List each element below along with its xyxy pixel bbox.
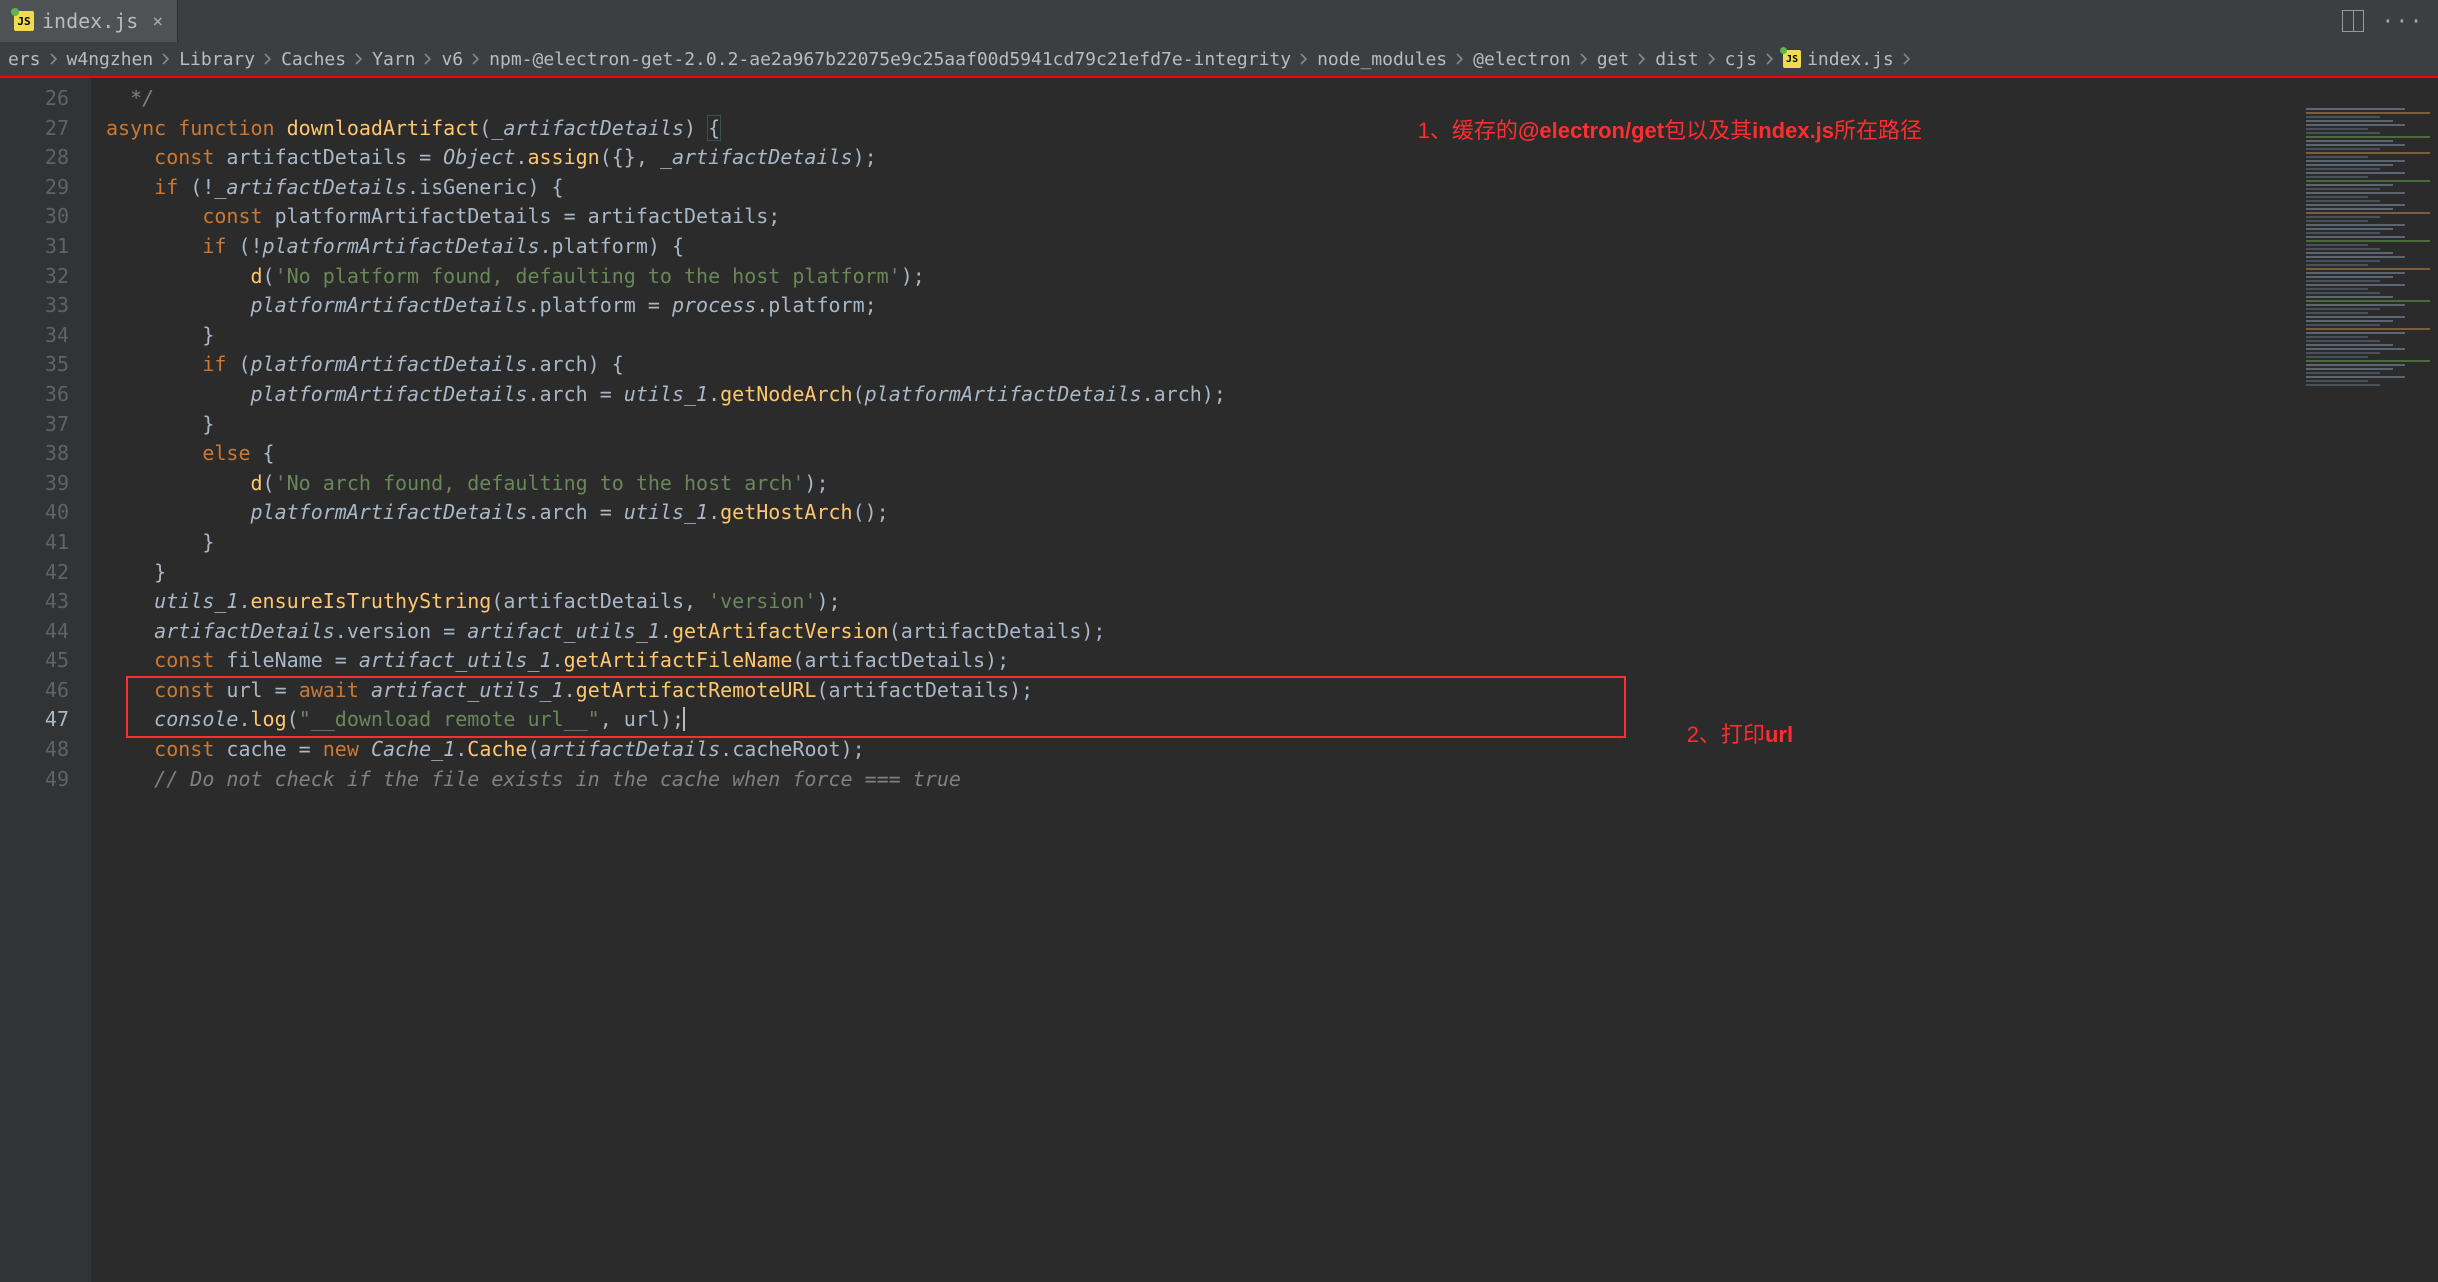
line-number: 39 xyxy=(0,469,91,499)
minimap[interactable] xyxy=(2298,78,2438,1282)
js-file-icon: JS xyxy=(14,11,34,31)
line-number: 48 xyxy=(0,735,91,765)
js-file-icon: JS xyxy=(1783,50,1801,68)
code-line: } xyxy=(106,558,2298,588)
code-line: async function downloadArtifact(_artifac… xyxy=(106,114,2298,144)
breadcrumb-item[interactable]: ers xyxy=(8,49,41,70)
breadcrumb-item[interactable]: Library xyxy=(179,49,255,70)
code-line: else { xyxy=(106,439,2298,469)
line-number: 47 xyxy=(0,705,91,735)
code-line: */ xyxy=(106,84,2298,114)
breadcrumb-item[interactable]: get xyxy=(1597,49,1630,70)
code-line: platformArtifactDetails.arch = utils_1.g… xyxy=(106,498,2298,528)
editor: 2627282930313233343536373839404142434445… xyxy=(0,78,2438,1282)
split-editor-icon[interactable] xyxy=(2342,10,2364,32)
more-icon[interactable]: ··· xyxy=(2382,9,2424,33)
breadcrumb-item[interactable]: Caches xyxy=(281,49,346,70)
code-line: artifactDetails.version = artifact_utils… xyxy=(106,617,2298,647)
breadcrumb-item[interactable]: JSindex.js xyxy=(1783,49,1894,70)
line-number: 42 xyxy=(0,558,91,588)
file-tab[interactable]: JS index.js × xyxy=(0,0,178,42)
code-line: // Do not check if the file exists in th… xyxy=(106,765,2298,795)
line-number: 40 xyxy=(0,498,91,528)
breadcrumb-item[interactable]: Yarn xyxy=(372,49,415,70)
tab-filename: index.js xyxy=(42,9,138,33)
minimap-content xyxy=(2306,108,2430,388)
line-number: 34 xyxy=(0,321,91,351)
code-line: d('No platform found, defaulting to the … xyxy=(106,262,2298,292)
line-number: 32 xyxy=(0,262,91,292)
tab-actions: ··· xyxy=(2342,0,2438,42)
code-line: const cache = new Cache_1.Cache(artifact… xyxy=(106,735,2298,765)
code-line: platformArtifactDetails.platform = proce… xyxy=(106,291,2298,321)
line-number: 46 xyxy=(0,676,91,706)
line-number: 38 xyxy=(0,439,91,469)
code-line: const artifactDetails = Object.assign({}… xyxy=(106,143,2298,173)
code-line: d('No arch found, defaulting to the host… xyxy=(106,469,2298,499)
line-number: 26 xyxy=(0,84,91,114)
line-number: 36 xyxy=(0,380,91,410)
line-number: 43 xyxy=(0,587,91,617)
line-number-gutter: 2627282930313233343536373839404142434445… xyxy=(0,78,92,1282)
breadcrumb-item[interactable]: @electron xyxy=(1473,49,1571,70)
code-area[interactable]: */async function downloadArtifact(_artif… xyxy=(92,78,2298,1282)
line-number: 31 xyxy=(0,232,91,262)
breadcrumb: ers w4ngzhen Library Caches Yarn v6 npm-@elect… xyxy=(0,42,2438,78)
close-icon[interactable]: × xyxy=(152,11,163,32)
code-line: console.log("__download remote url__", u… xyxy=(106,705,2298,735)
tab-bar: JS index.js × ··· xyxy=(0,0,2438,42)
breadcrumb-item[interactable]: v6 xyxy=(441,49,463,70)
breadcrumb-item[interactable]: w4ngzhen xyxy=(67,49,154,70)
line-number: 44 xyxy=(0,617,91,647)
code-line: platformArtifactDetails.arch = utils_1.g… xyxy=(106,380,2298,410)
code-line: const fileName = artifact_utils_1.getArt… xyxy=(106,646,2298,676)
line-number: 29 xyxy=(0,173,91,203)
line-number: 30 xyxy=(0,202,91,232)
line-number: 49 xyxy=(0,765,91,795)
breadcrumb-item[interactable]: dist xyxy=(1655,49,1698,70)
line-number: 35 xyxy=(0,350,91,380)
line-number: 27 xyxy=(0,114,91,144)
line-number: 33 xyxy=(0,291,91,321)
line-number: 45 xyxy=(0,646,91,676)
code-line: utils_1.ensureIsTruthyString(artifactDet… xyxy=(106,587,2298,617)
code-line: const platformArtifactDetails = artifact… xyxy=(106,202,2298,232)
line-number: 41 xyxy=(0,528,91,558)
code-line: } xyxy=(106,321,2298,351)
breadcrumb-item[interactable]: npm-@electron-get-2.0.2-ae2a967b22075e9c… xyxy=(489,49,1291,70)
code-line: if (!platformArtifactDetails.platform) { xyxy=(106,232,2298,262)
line-number: 37 xyxy=(0,410,91,440)
code-line: const url = await artifact_utils_1.getAr… xyxy=(106,676,2298,706)
code-line: } xyxy=(106,410,2298,440)
breadcrumb-item[interactable]: cjs xyxy=(1725,49,1758,70)
line-number: 28 xyxy=(0,143,91,173)
code-line: } xyxy=(106,528,2298,558)
code-line: if (!_artifactDetails.isGeneric) { xyxy=(106,173,2298,203)
code-line: if (platformArtifactDetails.arch) { xyxy=(106,350,2298,380)
breadcrumb-item[interactable]: node_modules xyxy=(1317,49,1447,70)
